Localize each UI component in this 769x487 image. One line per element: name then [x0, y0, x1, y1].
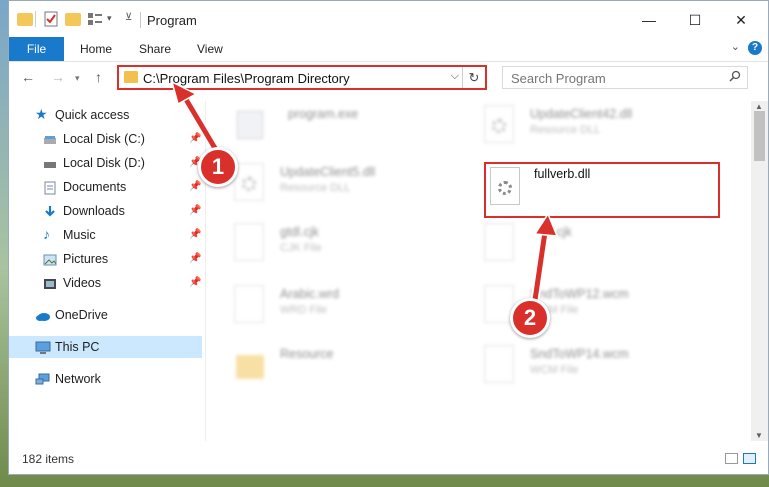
annotation-arrows — [170, 80, 559, 305]
arrow-2 — [530, 212, 559, 305]
step-2-badge: 2 — [510, 298, 550, 338]
step-1-badge: 1 — [198, 147, 238, 187]
